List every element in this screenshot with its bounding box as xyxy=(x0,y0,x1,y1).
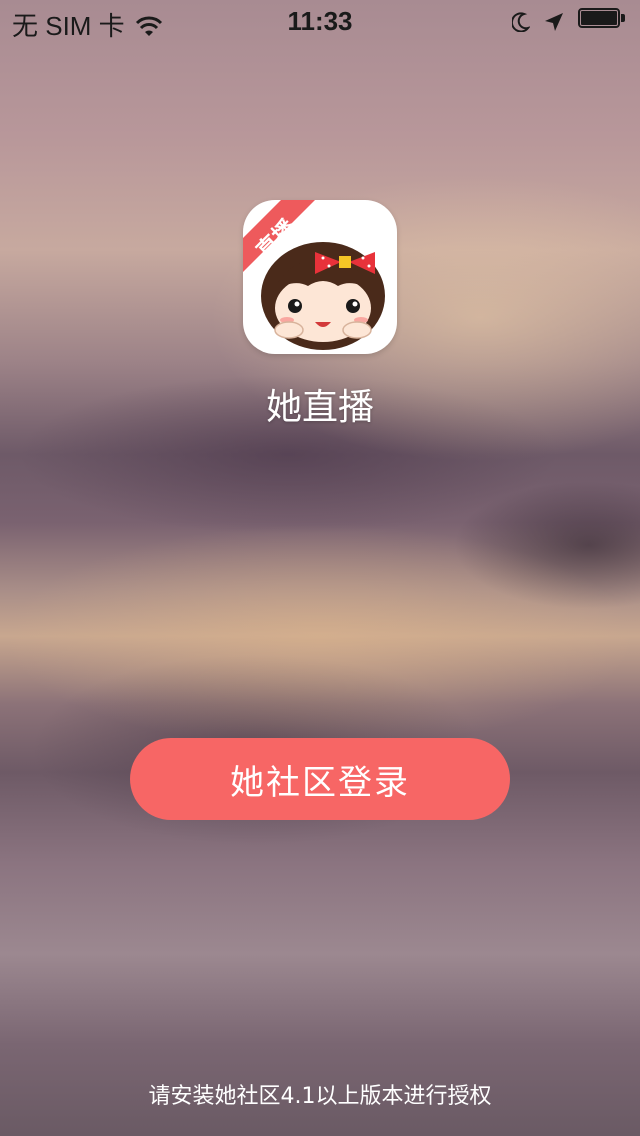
moon-icon xyxy=(510,9,531,33)
status-right xyxy=(510,8,628,33)
app-icon: 直播 xyxy=(243,200,397,354)
status-bar: 无 SIM 卡 11:33 xyxy=(0,0,640,41)
battery-icon xyxy=(578,8,628,30)
location-icon xyxy=(544,9,564,31)
app-name: 她直播 xyxy=(265,387,374,428)
footer-note: 请安装她社区4.1以上版本进行授权 xyxy=(148,1084,492,1109)
login-button[interactable]: 她社区登录 xyxy=(130,738,510,820)
